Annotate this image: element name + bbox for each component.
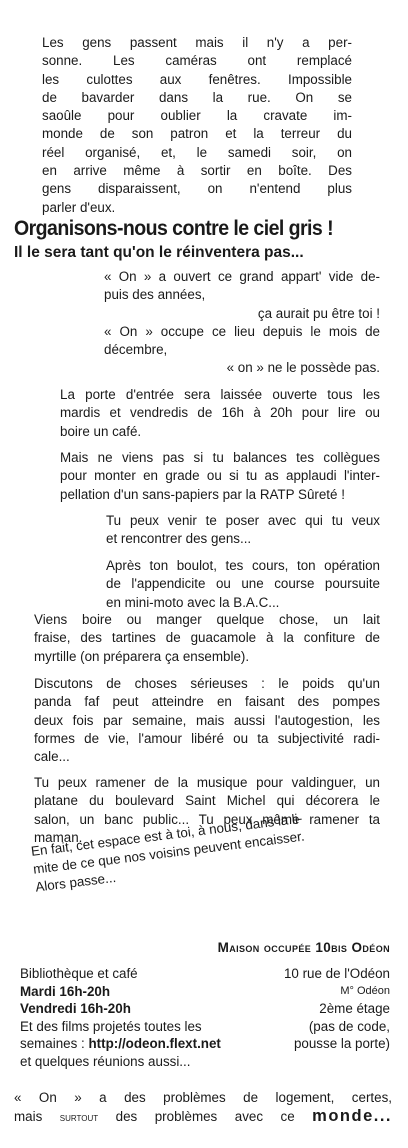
footer-line: « On » a des problèmes de logement, cert…	[14, 1090, 392, 1105]
food-line: myrtille (on préparera ça ensemble).	[34, 648, 250, 664]
discussion-line: Discutons de choses sérieuses : le poids…	[34, 676, 380, 691]
intro-line: sonne. Les caméras ont remplacé	[42, 53, 352, 69]
door-line: La porte d'entrée sera laissée ouverte t…	[60, 387, 380, 402]
discussion-line: formes de vie, l'amour libéré ou ta subj…	[34, 730, 380, 746]
library-label: Bibliothèque et café	[20, 966, 138, 981]
food-line: fraise, des tartines de guacamole à la c…	[34, 630, 380, 646]
monde-word: monde...	[312, 1107, 393, 1125]
footer-mid: des problèmes avec ce	[98, 1109, 313, 1124]
quote-line: « On » a ouvert ce grand appart' vide de…	[104, 269, 380, 284]
discussion-line: cale...	[34, 749, 70, 765]
warning-line: pellation d'un sans-papiers par la RATP …	[60, 486, 345, 502]
intro-line: de bavarder dans la rue. On se	[42, 89, 352, 105]
welcome-line: et rencontrer des gens...	[106, 531, 252, 547]
welcome-line: Tu peux venir te poser avec qui tu veux	[106, 513, 380, 528]
films-url-line: semaines : http://odeon.flext.net	[20, 1035, 250, 1053]
films-url-prefix: semaines :	[20, 1036, 89, 1051]
tuesday-hours: Mardi 16h-20h	[20, 983, 111, 999]
intro-line: gens disparaissent, on n'entend plus	[42, 181, 352, 197]
intro-line: réel organisé, et, le samedi soir, on	[42, 144, 352, 160]
footer-line-2: mais surtout des problèmes avec ce monde…	[14, 1107, 392, 1127]
quote-line: puis des années,	[104, 287, 206, 303]
after-line: de l'appendicite ou une course poursuite	[106, 576, 380, 592]
footer-paragraph: « On » a des problèmes de logement, cert…	[14, 1088, 392, 1127]
quote-block: « On » a ouvert ce grand appart' vide de…	[104, 268, 380, 378]
after-line: Après ton boulot, tes cours, ton opérati…	[106, 558, 380, 573]
street-address: 10 rue de l'Odéon	[283, 966, 390, 981]
floor-info: 2ème étage	[319, 1001, 390, 1016]
intro-line: Les gens passent mais il n'y a per-	[42, 35, 352, 50]
quote-line: ça aurait pu être toi !	[257, 305, 380, 321]
warning-line: pour monter en grade ou si tu as applaud…	[60, 468, 380, 484]
door-line: boire un café.	[60, 423, 142, 439]
intro-line: parler d'eux.	[42, 199, 116, 215]
surtout-word: surtout	[59, 1110, 99, 1124]
discussion-line: panda faf peut atteindre en faisant des …	[34, 694, 380, 710]
footer-prefix: mais	[14, 1109, 60, 1124]
after-paragraph: Après ton boulot, tes cours, ton opérati…	[106, 557, 380, 612]
warning-paragraph: Mais ne viens pas si tu balances tes col…	[60, 449, 380, 504]
intro-line: saoûle pour oublier la cravate im-	[42, 108, 352, 124]
friday-hours: Vendredi 16h-20h	[20, 1001, 131, 1016]
welcome-paragraph: Tu peux venir te poser avec qui tu veux …	[106, 512, 380, 549]
after-line: en mini-moto avec la B.A.C...	[106, 594, 280, 610]
meetings-line: et quelques réunions aussi...	[20, 1053, 191, 1069]
films-line: Et des films projetés toutes les	[20, 1018, 202, 1034]
music-line: Tu peux ramener de la musique pour valdi…	[34, 775, 380, 790]
metro-station: M° Odéon	[340, 984, 390, 997]
intro-line: monde de son patron et la terreur du	[42, 126, 352, 142]
warning-line: Mais ne viens pas si tu balances tes col…	[60, 450, 380, 465]
intro-line: en arrive même à sortir en boîte. Des	[42, 163, 352, 179]
page-title: Organisons-nous contre le ciel gris !	[14, 217, 334, 240]
page-subtitle: Il le sera tant qu'on le réinventera pas…	[14, 244, 304, 261]
website-link[interactable]: http://odeon.flext.net	[88, 1036, 220, 1051]
door-line: mardis et vendredis de 16h à 20h pour li…	[60, 405, 380, 421]
venue-heading: Maison occupée 10bis Odéon	[217, 940, 390, 955]
quote-line: « On » occupe ce lieu depuis le mois de	[104, 323, 380, 339]
door-code-info-2: pousse la porte)	[293, 1036, 390, 1051]
food-paragraph: Viens boire ou manger quelque chose, un …	[34, 611, 380, 666]
intro-paragraph: Les gens passent mais il n'y a per- sonn…	[42, 34, 352, 217]
discussion-line: deux fois par semaine, mais aussi l'auto…	[34, 712, 380, 728]
address-info: 10 rue de l'Odéon M° Odéon 2ème étage (p…	[240, 965, 390, 1053]
intro-line: les culottes aux fenêtres. Impossible	[42, 71, 352, 87]
discussion-paragraph: Discutons de choses sérieuses : le poids…	[34, 675, 380, 766]
food-line: Viens boire ou manger quelque chose, un …	[34, 612, 380, 627]
schedule-info: Bibliothèque et café Mardi 16h-20h Vendr…	[20, 965, 250, 1070]
door-code-info: (pas de code,	[308, 1018, 390, 1034]
door-paragraph: La porte d'entrée sera laissée ouverte t…	[60, 386, 380, 441]
quote-line: décembre,	[104, 342, 168, 358]
quote-line: « on » ne le possède pas.	[226, 360, 380, 376]
